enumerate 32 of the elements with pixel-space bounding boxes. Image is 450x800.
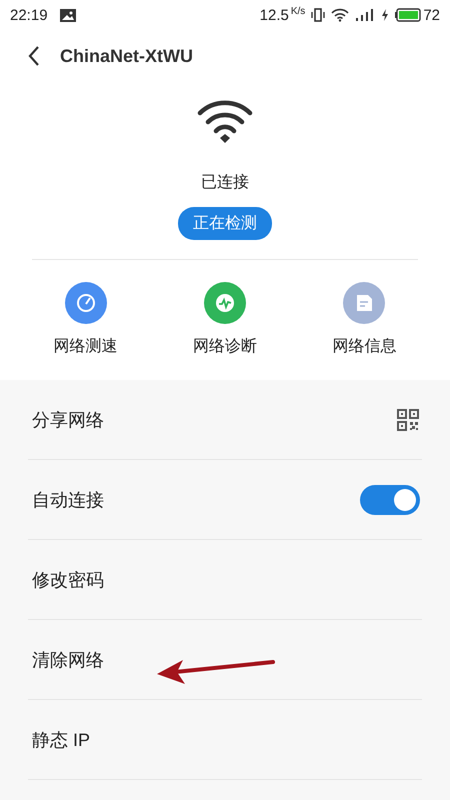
toggle-switch[interactable]: [360, 484, 420, 514]
charging-icon: [381, 9, 390, 21]
setting-label: 分享网络: [32, 408, 104, 432]
settings-row[interactable]: 静态 IP: [28, 700, 422, 780]
battery-level: 72: [423, 6, 440, 24]
vibrate-icon: [311, 8, 326, 22]
back-icon: [28, 45, 40, 67]
speed-unit: K/s: [290, 6, 306, 17]
setting-label: 清除网络: [32, 648, 104, 672]
settings-row[interactable]: 分享网络: [28, 380, 422, 460]
setting-label: 修改密码: [32, 568, 104, 592]
setting-label: 自动连接: [32, 488, 104, 512]
document-icon[interactable]: [343, 282, 386, 324]
detecting-button[interactable]: 正在检测: [178, 207, 272, 240]
action-label: 网络信息: [332, 337, 396, 357]
action-label: 网络诊断: [192, 336, 257, 357]
setting-label: 静态 IP: [32, 728, 90, 752]
action-label: 网络测速: [54, 336, 118, 357]
pulse-icon[interactable]: [204, 282, 246, 324]
qr-code-icon[interactable]: [396, 408, 420, 432]
settings-row[interactable]: 自动连接: [28, 460, 422, 540]
wifi-icon: [197, 98, 253, 144]
settings-row[interactable]: 修改密码: [28, 540, 422, 620]
network-name: ChinaNet-XtWU: [60, 46, 193, 66]
connection-status: 已连接: [201, 172, 249, 193]
battery-icon: [395, 8, 422, 22]
speedometer-icon[interactable]: [64, 282, 107, 324]
image-icon: [60, 8, 76, 22]
wifi-icon: [331, 8, 350, 22]
clock: 22:19: [10, 6, 48, 24]
network-speed: 12.5: [260, 6, 289, 24]
signal-icon: [355, 9, 376, 21]
